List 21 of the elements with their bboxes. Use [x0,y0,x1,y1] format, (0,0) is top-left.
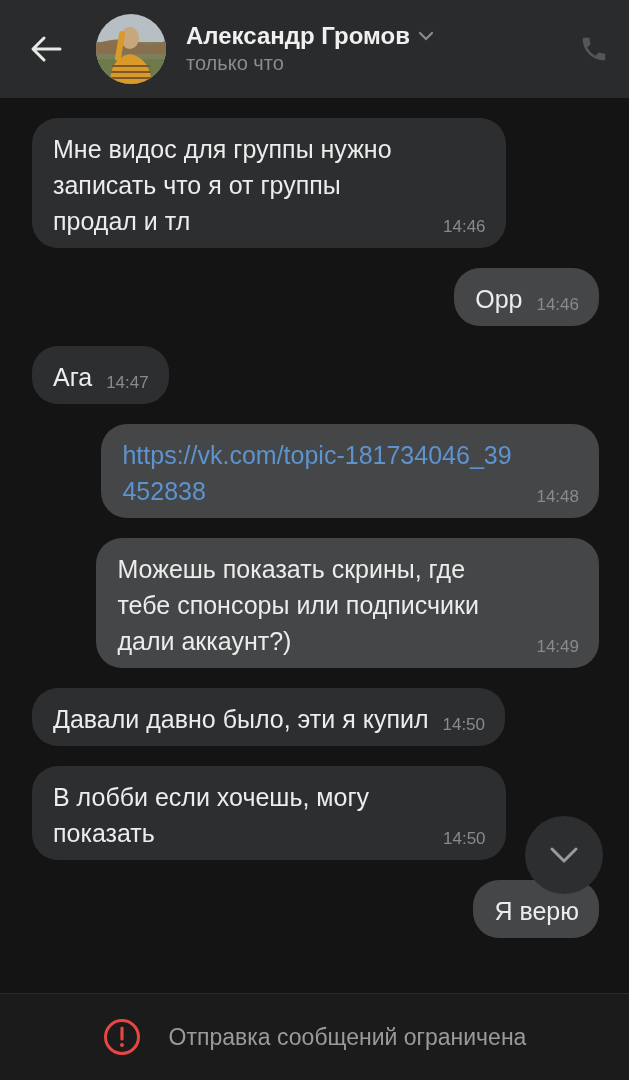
contact-name[interactable]: Александр Громов [186,22,410,50]
message-text: Я верю [494,896,579,927]
error-icon [102,1018,141,1056]
message-text: В лобби если хочешь, могу показать [53,782,371,849]
restriction-notice: Отправка сообщений ограничена [168,1022,527,1052]
message-time: 14:50 [442,829,486,849]
back-button[interactable] [30,35,62,63]
message-text: Мне видос для группы нужно записать что я от группы продал и тл [53,134,393,237]
message-time: 14:46 [535,295,579,315]
message-time: 14:49 [535,637,579,657]
message-time: 14:47 [105,373,149,393]
message-text: Орр [475,284,523,315]
message-text: Ага [53,362,93,393]
message-time: 14:50 [441,715,486,735]
chevron-down-icon[interactable] [417,31,434,41]
message-time: 14:46 [442,217,486,237]
message-text: Можешь показать скрины, где тебе спонсоры или подписчики дали аккаунт?) [117,554,480,657]
message-time: 14:48 [535,487,579,507]
message-text: Давали давно было, эти я купил [53,704,429,735]
chevron-down-icon [549,846,579,864]
last-seen-status: только что [186,51,285,76]
